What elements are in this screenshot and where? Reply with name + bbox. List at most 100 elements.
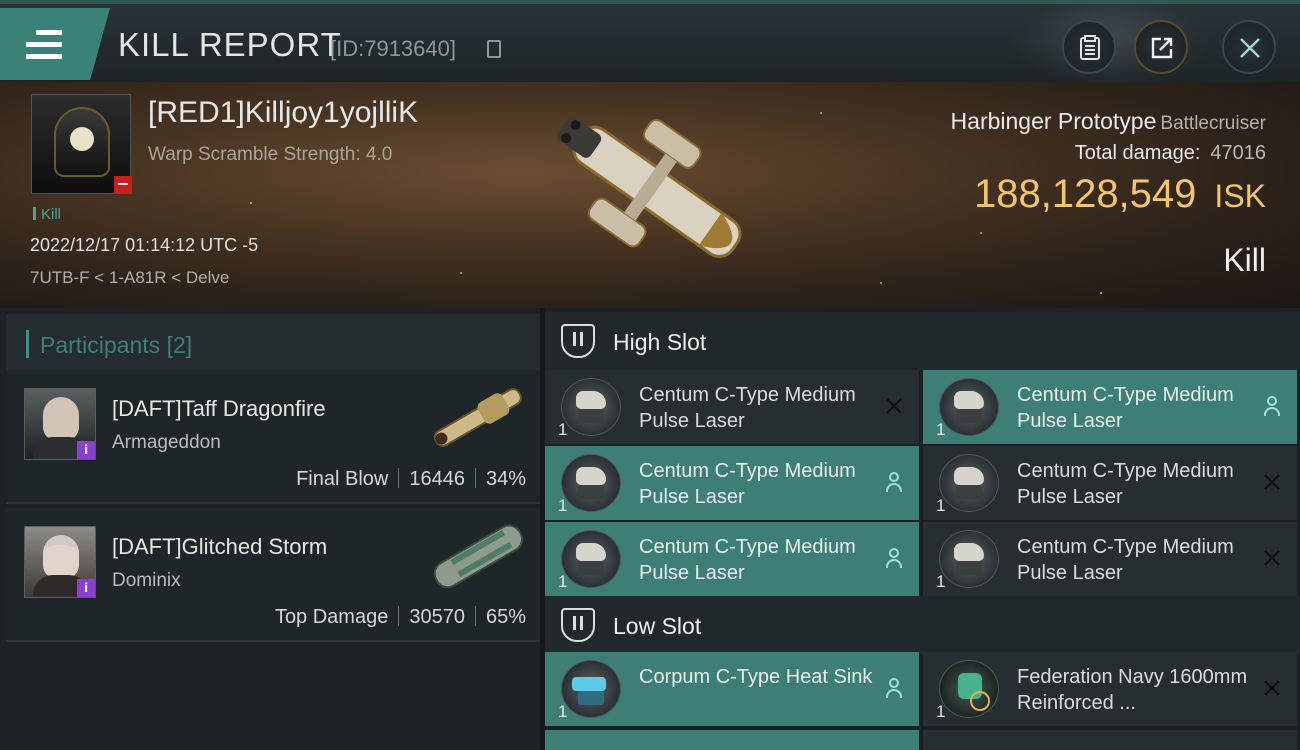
module-slot[interactable]: 1 Centum C-Type Medium Pulse Laser	[545, 370, 919, 444]
pulse-laser-icon	[939, 378, 999, 436]
module-quantity: 1	[558, 420, 568, 439]
module-slot[interactable]	[923, 730, 1297, 750]
armor-plate-icon	[939, 660, 999, 718]
destroyed-x-icon	[883, 395, 905, 417]
participant-percent: 34%	[485, 468, 526, 490]
pulse-laser-icon	[561, 530, 621, 588]
result-label: Kill	[1223, 242, 1266, 278]
module-quantity: 1	[558, 702, 568, 721]
participant-row[interactable]: i [DAFT]Taff Dragonfire Armageddon Final…	[6, 370, 540, 504]
close-icon	[1240, 38, 1260, 58]
clipboard-icon	[1080, 35, 1100, 60]
copy-icon[interactable]	[487, 40, 501, 58]
participant-avatar[interactable]: i	[24, 526, 96, 598]
warp-scramble-strength: Warp Scramble Strength: 4.0	[148, 144, 393, 165]
total-damage: Total damage: 47016	[1075, 142, 1266, 165]
participant-ship-image	[433, 388, 522, 447]
module-name: Centum C-Type Medium Pulse Laser	[639, 536, 856, 584]
total-damage-label: Total damage:	[1074, 142, 1201, 164]
ship-class: Battlecruiser	[1160, 113, 1266, 134]
victim-name[interactable]: [RED1]Killjoy1yojlliK	[148, 96, 418, 130]
module-name: Federation Navy 1600mm Reinforced ...	[1017, 666, 1248, 714]
participant-role: Top Damage	[274, 606, 389, 628]
isk-unit: ISK	[1214, 178, 1266, 214]
high-slot-label: High Slot	[613, 329, 707, 355]
close-button[interactable]	[1222, 20, 1276, 74]
kill-datetime: 2022/12/17 01:14:12 UTC -5	[30, 235, 259, 255]
title-bar: KILL REPORT [ID:7913640]	[0, 0, 1300, 86]
share-icon	[1151, 37, 1173, 59]
participant-role: Final Blow	[296, 468, 389, 490]
participant-damage: 16446	[409, 468, 465, 490]
module-name: Centum C-Type Medium Pulse Laser	[1017, 384, 1234, 432]
participants-header: Participants [2]	[6, 314, 540, 374]
dropped-user-icon	[883, 471, 905, 493]
participant-avatar[interactable]: i	[24, 388, 96, 460]
page-title: KILL REPORT	[118, 26, 342, 63]
corp-badge-icon: i	[77, 441, 95, 459]
high-slot-icon	[561, 324, 595, 358]
module-name: Centum C-Type Medium Pulse Laser	[1017, 536, 1234, 584]
dropped-user-icon	[883, 547, 905, 569]
participant-name[interactable]: [DAFT]Glitched Storm	[112, 534, 327, 560]
destroyed-x-icon	[1261, 677, 1283, 699]
module-slot[interactable]	[545, 730, 919, 750]
ship-name-text: Harbinger Prototype	[950, 108, 1157, 134]
participant-name[interactable]: [DAFT]Taff Dragonfire	[112, 396, 326, 422]
participants-title: Participants	[40, 332, 161, 358]
low-slot-header: Low Slot	[545, 596, 1300, 654]
module-quantity: 1	[558, 496, 568, 515]
participants-count: [2]	[166, 332, 193, 358]
heat-sink-icon	[561, 660, 621, 718]
destroyed-x-icon	[1261, 547, 1283, 569]
participant-stats: Top Damage 30570 65%	[275, 606, 526, 629]
module-slot[interactable]: 1 Centum C-Type Medium Pulse Laser	[923, 446, 1297, 520]
module-slot[interactable]: 1 Centum C-Type Medium Pulse Laser	[923, 522, 1297, 596]
participants-panel: Participants [2] i [DAFT]Taff Dragonfire…	[0, 308, 540, 750]
module-slot[interactable]: 1 Centum C-Type Medium Pulse Laser	[923, 370, 1297, 444]
kill-location[interactable]: 7UTB-F < 1-A81R < Delve	[30, 268, 229, 288]
participant-stats: Final Blow 16446 34%	[296, 468, 526, 491]
dropped-user-icon	[1261, 395, 1283, 417]
dropped-user-icon	[883, 677, 905, 699]
total-damage-value: 47016	[1210, 142, 1266, 164]
module-name: Centum C-Type Medium Pulse Laser	[1017, 460, 1234, 508]
victim-ship-image[interactable]	[520, 88, 780, 298]
isk-value: 188,128,549 ISK	[974, 172, 1266, 217]
participant-percent: 65%	[485, 606, 526, 628]
module-slot[interactable]: 1 Centum C-Type Medium Pulse Laser	[545, 522, 919, 596]
participant-ship: Armageddon	[112, 432, 221, 453]
participant-row[interactable]: i [DAFT]Glitched Storm Dominix Top Damag…	[6, 508, 540, 642]
pulse-laser-icon	[939, 530, 999, 588]
menu-button[interactable]	[0, 8, 110, 80]
destroyed-x-icon	[1261, 471, 1283, 493]
hamburger-menu-icon	[26, 30, 62, 60]
module-quantity: 1	[936, 702, 946, 721]
participant-ship: Dominix	[112, 570, 181, 591]
pulse-laser-icon	[561, 454, 621, 512]
module-slot[interactable]: 1 Centum C-Type Medium Pulse Laser	[545, 446, 919, 520]
module-quantity: 1	[936, 572, 946, 591]
hostile-status-badge: −	[114, 176, 132, 194]
low-slot-icon	[561, 608, 595, 642]
pulse-laser-icon	[939, 454, 999, 512]
module-quantity: 1	[936, 496, 946, 515]
clipboard-button[interactable]	[1062, 20, 1116, 74]
module-name: Centum C-Type Medium Pulse Laser	[639, 460, 856, 508]
isk-amount: 188,128,549	[973, 172, 1197, 216]
fitting-panel: High Slot 1 Centum C-Type Medium Pulse L…	[545, 308, 1300, 750]
participant-ship-image	[433, 524, 524, 589]
module-quantity: 1	[558, 572, 568, 591]
participant-damage: 30570	[409, 606, 465, 628]
module-slot[interactable]: 1 Federation Navy 1600mm Reinforced ...	[923, 652, 1297, 726]
share-button[interactable]	[1134, 20, 1188, 74]
high-slot-header: High Slot	[545, 312, 1300, 370]
pulse-laser-icon	[561, 378, 621, 436]
victim-ship-name[interactable]: Harbinger Prototype Battlecruiser	[951, 108, 1266, 135]
module-name: Corpum C-Type Heat Sink	[639, 666, 873, 688]
kill-tag: Kill	[33, 206, 61, 223]
corp-badge-icon: i	[77, 579, 95, 597]
module-slot[interactable]: 1 Corpum C-Type Heat Sink	[545, 652, 919, 726]
low-slot-label: Low Slot	[613, 613, 702, 639]
victim-banner: − [RED1]Killjoy1yojlliK Warp Scramble St…	[0, 82, 1300, 308]
